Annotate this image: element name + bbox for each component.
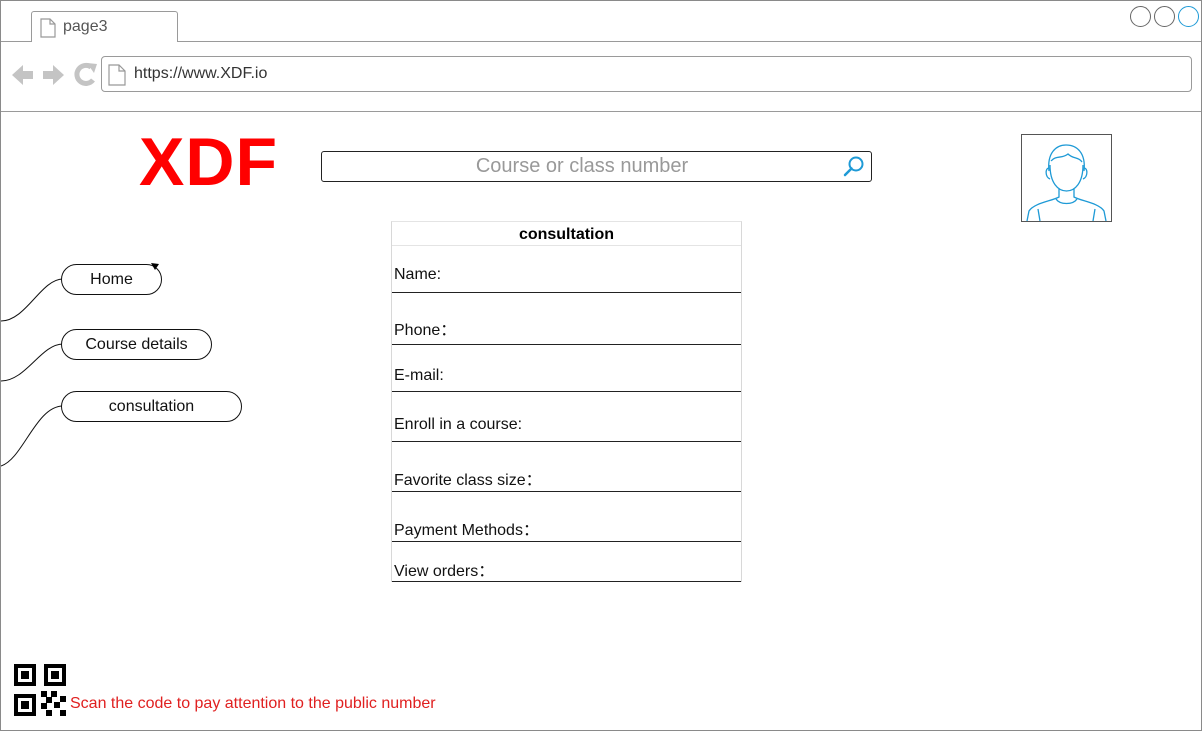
form-row-class-size[interactable]: Favorite class size： (392, 442, 741, 492)
sidebar-item-label: consultation (108, 398, 195, 415)
sidebar-item-course-details[interactable]: Course details (61, 329, 212, 360)
tab-title: page3 (63, 18, 108, 35)
nav-buttons (12, 62, 97, 86)
qr-code-icon (14, 664, 66, 716)
sidebar-item-label: Course details (85, 336, 188, 353)
cursor-icon (151, 263, 159, 270)
forward-arrow-icon[interactable] (43, 65, 64, 85)
user-icon (1026, 144, 1107, 222)
form-row-enroll[interactable]: Enroll in a course: (392, 392, 741, 442)
field-label: Favorite class size： (394, 472, 542, 489)
form-row-view-orders[interactable]: View orders： (392, 542, 741, 582)
field-label: Phone： (394, 322, 457, 339)
tab-strip-divider (1, 41, 1201, 42)
search-icon[interactable] (843, 155, 865, 177)
form-row-payment[interactable]: Payment Methods： (392, 492, 741, 542)
back-arrow-icon[interactable] (12, 65, 33, 85)
window-controls (1130, 6, 1199, 27)
field-label: Payment Methods： (394, 522, 539, 539)
search-input[interactable] (322, 152, 842, 181)
field-label: E-mail: (394, 367, 444, 384)
sidebar-item-consultation[interactable]: consultation (61, 391, 242, 422)
footer-text: Scan the code to pay attention to the pu… (70, 695, 436, 712)
document-icon (40, 18, 56, 38)
field-label: Enroll in a course: (394, 416, 523, 433)
minimize-icon[interactable] (1130, 6, 1151, 27)
field-label: View orders： (394, 563, 495, 580)
browser-window: page3 https://www.XDF.io XDF Course or c… (0, 0, 1202, 731)
sidebar-item-home[interactable]: Home (61, 264, 162, 295)
close-icon[interactable] (1178, 6, 1199, 27)
form-row-phone[interactable]: Phone： (392, 293, 741, 345)
browser-tab[interactable]: page3 (31, 11, 178, 42)
search-bar[interactable] (321, 151, 872, 182)
reload-icon[interactable] (74, 62, 97, 86)
chrome-divider (1, 111, 1201, 112)
sidebar-item-label: Home (90, 271, 133, 288)
maximize-icon[interactable] (1154, 6, 1175, 27)
address-bar[interactable]: https://www.XDF.io (101, 56, 1192, 92)
form-row-name[interactable]: Name: (392, 246, 741, 293)
consultation-form: consultation Name: Phone： E-mail: Enroll… (391, 221, 742, 582)
avatar[interactable] (1021, 134, 1112, 222)
form-title: consultation (518, 226, 615, 243)
page-icon (108, 64, 126, 86)
field-label: Name: (394, 266, 442, 283)
url-text[interactable]: https://www.XDF.io (134, 65, 267, 83)
logo: XDF (139, 124, 278, 200)
form-row-email[interactable]: E-mail: (392, 345, 741, 392)
